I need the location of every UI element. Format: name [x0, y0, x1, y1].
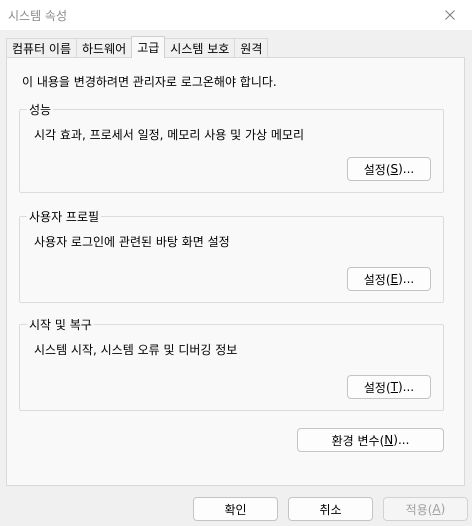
- title-bar: 시스템 속성: [0, 0, 472, 30]
- tab-advanced[interactable]: 고급: [131, 36, 166, 58]
- button-label-suffix: ): [440, 502, 446, 516]
- tab-label: 컴퓨터 이름: [12, 42, 72, 56]
- group-description: 시각 효과, 프로세서 일정, 메모리 사용 및 가상 메모리: [34, 128, 304, 142]
- button-label-prefix: 적용(: [405, 502, 433, 517]
- user-profile-settings-button[interactable]: 설정(E)...: [347, 267, 431, 291]
- tab-label: 시스템 보호: [170, 42, 230, 56]
- admin-notice: 이 내용을 변경하려면 관리자로 로그온해야 합니다.: [22, 75, 277, 89]
- ok-button[interactable]: 확인: [193, 497, 278, 521]
- group-title: 시작 및 복구: [27, 316, 94, 333]
- close-icon: [445, 10, 455, 20]
- apply-button[interactable]: 적용(A): [383, 497, 468, 521]
- mnemonic-key: N: [384, 433, 394, 447]
- button-label-prefix: 설정(: [363, 380, 391, 395]
- button-label-suffix: )...: [393, 433, 410, 447]
- mnemonic-key: E: [390, 272, 399, 286]
- tab-label: 원격: [240, 42, 263, 56]
- startup-recovery-group: 시작 및 복구 시스템 시작, 시스템 오류 및 디버깅 정보 설정(T)...: [19, 316, 444, 411]
- cancel-button[interactable]: 취소: [288, 497, 373, 521]
- tab-hardware[interactable]: 하드웨어: [76, 38, 133, 58]
- button-label-prefix: 설정(: [363, 272, 391, 287]
- group-description: 사용자 로그인에 관련된 바탕 화면 설정: [34, 235, 230, 249]
- performance-group: 성능 시각 효과, 프로세서 일정, 메모리 사용 및 가상 메모리 설정(S)…: [19, 101, 444, 193]
- group-description: 시스템 시작, 시스템 오류 및 디버깅 정보: [34, 343, 238, 357]
- button-label-suffix: )...: [398, 272, 415, 286]
- button-label-suffix: )...: [397, 380, 415, 394]
- button-label-prefix: 설정(: [363, 162, 391, 177]
- tab-bar: 컴퓨터 이름 하드웨어 고급 시스템 보호 원격: [6, 36, 269, 58]
- tab-system-protection[interactable]: 시스템 보호: [164, 38, 236, 58]
- close-button[interactable]: [428, 0, 472, 30]
- group-title: 성능: [27, 101, 54, 118]
- startup-recovery-settings-button[interactable]: 설정(T)...: [347, 375, 431, 399]
- button-label-prefix: 환경 변수(: [331, 433, 385, 448]
- group-title: 사용자 프로필: [27, 208, 102, 225]
- tab-label: 고급: [137, 41, 160, 55]
- environment-variables-button[interactable]: 환경 변수(N)...: [297, 428, 444, 452]
- tab-remote[interactable]: 원격: [234, 38, 269, 58]
- button-label-suffix: )...: [398, 162, 415, 176]
- mnemonic-key: A: [432, 502, 441, 516]
- performance-settings-button[interactable]: 설정(S)...: [347, 157, 431, 181]
- tab-computer-name[interactable]: 컴퓨터 이름: [6, 38, 78, 58]
- mnemonic-key: T: [390, 380, 398, 394]
- user-profile-group: 사용자 프로필 사용자 로그인에 관련된 바탕 화면 설정 설정(E)...: [19, 208, 444, 303]
- mnemonic-key: S: [390, 162, 399, 176]
- tab-label: 하드웨어: [82, 42, 127, 56]
- window-title: 시스템 속성: [8, 8, 68, 23]
